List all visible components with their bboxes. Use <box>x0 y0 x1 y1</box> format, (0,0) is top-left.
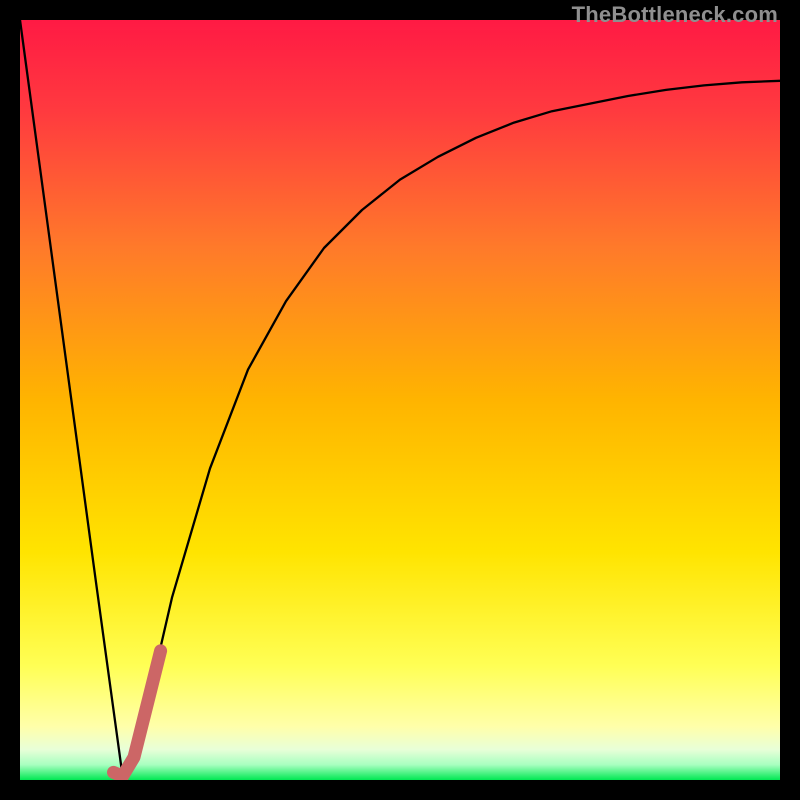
chart-svg <box>20 20 780 780</box>
gradient-background <box>20 20 780 780</box>
watermark: TheBottleneck.com <box>572 2 778 28</box>
plot-area <box>20 20 780 780</box>
chart-frame: TheBottleneck.com <box>0 0 800 800</box>
